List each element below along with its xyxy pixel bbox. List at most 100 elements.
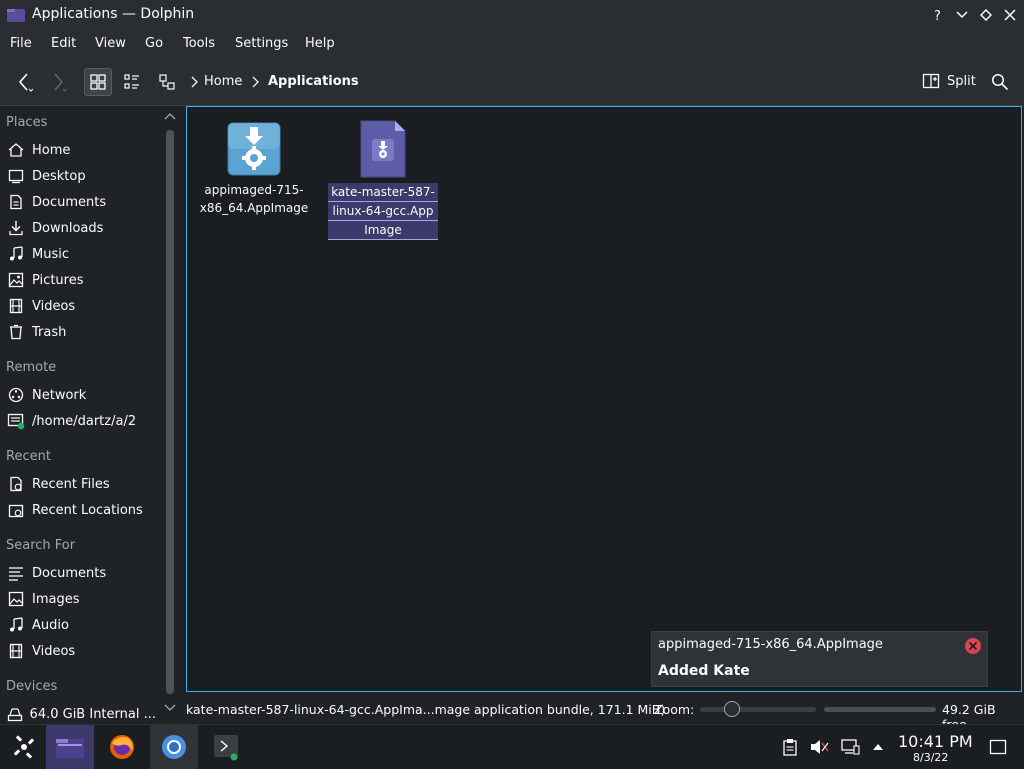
svg-text:?: ? <box>934 9 941 22</box>
sidebar-item-label: 64.0 GiB Internal ... <box>29 706 156 722</box>
title-bar[interactable]: Applications — Dolphin ? <box>0 0 1024 30</box>
sidebar-item-documents[interactable]: Documents <box>6 190 156 214</box>
sidebar-scroll-up-icon[interactable] <box>164 112 176 120</box>
sidebar-item-videos[interactable]: Videos <box>6 294 156 318</box>
notification-message: Added Kate <box>658 663 750 679</box>
sidebar-item-label: Documents <box>32 565 107 581</box>
file-item-selected[interactable]: kate-master-587- linux-64-gcc.App Image <box>328 119 438 240</box>
sidebar-item-label: Recent Files <box>32 476 110 492</box>
zoom-slider-track[interactable] <box>700 707 816 712</box>
zoom-slider-handle[interactable] <box>724 701 740 717</box>
desktop-icon <box>6 166 26 186</box>
sidebar-item-label: Pictures <box>32 272 84 288</box>
recent-files-icon <box>6 474 26 494</box>
breadcrumb-applications[interactable]: Applications <box>268 74 359 89</box>
sidebar-item-network[interactable]: Network <box>6 383 156 407</box>
devices-header: Devices <box>6 679 58 694</box>
show-desktop-icon[interactable] <box>988 737 1008 757</box>
sidebar-item-desktop[interactable]: Desktop <box>6 164 156 188</box>
menu-edit[interactable]: Edit <box>51 36 76 51</box>
back-button[interactable] <box>10 68 38 96</box>
sidebar-item-label: Downloads <box>32 220 104 236</box>
sidebar-item-label: Desktop <box>32 168 86 184</box>
sidebar-item-trash[interactable]: Trash <box>6 320 156 344</box>
menu-file[interactable]: File <box>10 36 32 51</box>
trash-icon <box>6 322 26 342</box>
file-name-line: appimaged-715- <box>204 183 304 197</box>
breadcrumb-root-chevron-icon[interactable] <box>190 76 198 88</box>
sidebar-item-label: Network <box>32 387 87 403</box>
volume-muted-icon[interactable] <box>809 737 829 757</box>
sidebar-item-label: Music <box>32 246 69 262</box>
sidebar-item-label: Documents <box>32 194 107 210</box>
sidebar-item-search-images[interactable]: Images <box>6 587 156 611</box>
videos-icon <box>6 296 26 316</box>
network-icon <box>6 385 26 405</box>
sidebar-item-label: Trash <box>32 324 67 340</box>
sidebar-item-search-audio[interactable]: Audio <box>6 613 156 637</box>
dolphin-app-icon <box>6 6 26 24</box>
split-button[interactable]: Split <box>922 72 976 90</box>
search-for-header: Search For <box>6 538 76 553</box>
clock-date[interactable]: 8/3/22 <box>913 751 948 764</box>
remote-header: Remote <box>6 360 57 375</box>
chromium-icon[interactable] <box>150 725 198 769</box>
menu-settings[interactable]: Settings <box>235 36 288 51</box>
menu-view[interactable]: View <box>95 36 126 51</box>
toolbar: Home Applications Split <box>0 58 1024 106</box>
sidebar-scroll-down-icon[interactable] <box>164 704 176 712</box>
sidebar-item-music[interactable]: Music <box>6 242 156 266</box>
clock-time[interactable]: 10:41 PM <box>898 732 973 751</box>
sidebar-item-search-documents[interactable]: Documents <box>6 561 156 585</box>
compact-view-button[interactable] <box>118 68 146 96</box>
file-name-line: Image <box>328 221 438 240</box>
sidebar-item-recent-locations[interactable]: Recent Locations <box>6 498 156 522</box>
maximize-button[interactable] <box>976 5 996 25</box>
image-icon <box>6 589 26 609</box>
home-icon <box>6 140 26 160</box>
sidebar-item-recent-files[interactable]: Recent Files <box>6 472 156 496</box>
close-icon[interactable] <box>964 637 982 655</box>
file-item[interactable]: appimaged-715- x86_64.AppImage <box>199 121 309 217</box>
icons-view-button[interactable] <box>84 68 112 96</box>
details-view-button[interactable] <box>153 68 181 96</box>
sidebar-item-label: Images <box>32 591 80 607</box>
places-panel: Places Home Desktop Documents Downloads … <box>0 106 184 724</box>
menu-help[interactable]: Help <box>305 36 335 51</box>
minimize-button[interactable] <box>952 5 972 25</box>
sidebar-item-internal-drive[interactable]: 64.0 GiB Internal ... <box>6 702 156 726</box>
file-view[interactable]: appimaged-715- x86_64.AppImage kate-mast… <box>186 106 1022 692</box>
application-launcher-icon[interactable] <box>0 725 48 769</box>
forward-button[interactable] <box>44 68 72 96</box>
sidebar-item-remote-folder[interactable]: /home/dartz/a/2 <box>6 409 156 433</box>
menu-tools[interactable]: Tools <box>183 36 215 51</box>
dolphin-task-icon[interactable] <box>46 725 94 769</box>
close-button[interactable] <box>1000 5 1020 25</box>
pictures-icon <box>6 270 26 290</box>
firefox-icon[interactable] <box>98 725 146 769</box>
sidebar-item-pictures[interactable]: Pictures <box>6 268 156 292</box>
breadcrumb-chevron-icon[interactable] <box>251 76 259 88</box>
music-icon <box>6 244 26 264</box>
network-wired-icon[interactable] <box>840 737 860 757</box>
drive-icon <box>6 704 24 724</box>
sidebar-item-search-videos[interactable]: Videos <box>6 639 156 663</box>
file-name-line: x86_64.AppImage <box>199 201 309 215</box>
terminal-icon[interactable] <box>202 725 250 769</box>
help-button[interactable]: ? <box>928 5 948 25</box>
breadcrumb-home[interactable]: Home <box>204 74 242 89</box>
menu-go[interactable]: Go <box>145 36 163 51</box>
search-icon[interactable] <box>991 73 1009 91</box>
sidebar-item-label: Home <box>32 142 71 158</box>
sidebar-item-downloads[interactable]: Downloads <box>6 216 156 240</box>
sidebar-scrollbar[interactable] <box>166 130 174 694</box>
window-title: Applications — Dolphin <box>32 6 195 22</box>
clipboard-icon[interactable] <box>780 737 800 757</box>
notification-popup[interactable]: appimaged-715-x86_64.AppImage Added Kate <box>651 631 988 687</box>
expand-tray-icon[interactable] <box>868 737 888 757</box>
audio-icon <box>6 615 26 635</box>
sidebar-item-label: Videos <box>32 298 76 314</box>
places-header: Places <box>6 115 48 130</box>
text-lines-icon <box>6 563 26 583</box>
sidebar-item-home[interactable]: Home <box>6 138 156 162</box>
